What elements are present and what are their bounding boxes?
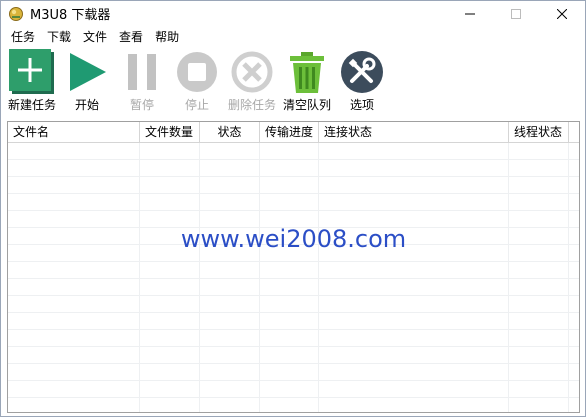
menu-bar: 任务 下载 文件 查看 帮助 — [1, 26, 585, 46]
task-list-header: 文件名 文件数量 状态 传输进度 连接状态 线程状态 — [8, 122, 579, 143]
new-task-label: 新建任务 — [7, 98, 56, 112]
column-status[interactable]: 状态 — [200, 122, 260, 142]
menu-help[interactable]: 帮助 — [149, 28, 185, 45]
column-connection-status[interactable]: 连接状态 — [319, 122, 509, 142]
pause-icon — [128, 54, 156, 90]
delete-task-label: 删除任务 — [227, 98, 276, 112]
list-item — [8, 194, 579, 211]
list-item — [8, 143, 579, 160]
task-list-body: www.wei2008.com — [8, 143, 579, 412]
title-bar[interactable]: M3U8 下载器 — [1, 1, 585, 26]
list-item — [8, 160, 579, 177]
add-task-icon — [9, 49, 54, 94]
menu-task[interactable]: 任务 — [5, 28, 41, 45]
close-button[interactable] — [539, 1, 585, 26]
stop-button[interactable]: 停止 — [171, 46, 223, 113]
list-item — [8, 177, 579, 194]
watermark-text: www.wei2008.com — [180, 225, 407, 253]
menu-file[interactable]: 文件 — [77, 28, 113, 45]
menu-download[interactable]: 下载 — [41, 28, 77, 45]
menu-view[interactable]: 查看 — [113, 28, 149, 45]
pause-button[interactable]: 暂停 — [116, 46, 168, 113]
stop-icon — [177, 52, 217, 92]
minimize-icon — [465, 13, 475, 14]
maximize-button[interactable] — [493, 1, 539, 26]
clear-queue-label: 清空队列 — [282, 98, 331, 112]
task-list[interactable]: 文件名 文件数量 状态 传输进度 连接状态 线程状态 www.wei2008.c… — [7, 121, 580, 413]
toolbar: 新建任务 开始 暂停 停止 删除任务 清空队列 选项 — [1, 46, 585, 114]
options-label: 选项 — [349, 98, 374, 112]
column-filename[interactable]: 文件名 — [8, 122, 140, 142]
options-button[interactable]: 选项 — [336, 46, 388, 113]
clear-queue-button[interactable]: 清空队列 — [281, 46, 333, 113]
column-progress[interactable]: 传输进度 — [260, 122, 319, 142]
column-thread-status[interactable]: 线程状态 — [509, 122, 569, 142]
delete-task-button[interactable]: 删除任务 — [226, 46, 278, 113]
list-item — [8, 262, 579, 279]
pause-label: 暂停 — [129, 98, 154, 112]
list-item — [8, 313, 579, 330]
app-window: M3U8 下载器 任务 下载 文件 查看 帮助 新建任务 开始 暂停 停止 删除… — [0, 0, 586, 417]
start-button[interactable]: 开始 — [61, 46, 113, 113]
maximize-icon — [511, 8, 521, 19]
delete-icon — [231, 51, 273, 93]
window-title: M3U8 下载器 — [30, 8, 111, 23]
tools-icon — [341, 51, 383, 93]
list-item — [8, 330, 579, 347]
stop-label: 停止 — [184, 98, 209, 112]
list-item — [8, 381, 579, 398]
new-task-button[interactable]: 新建任务 — [6, 46, 58, 113]
list-item — [8, 347, 579, 364]
close-icon — [557, 8, 567, 19]
play-icon — [70, 53, 106, 91]
start-label: 开始 — [74, 98, 99, 112]
app-icon — [9, 6, 23, 21]
list-item — [8, 279, 579, 296]
trash-icon — [290, 52, 324, 93]
minimize-button[interactable] — [447, 1, 493, 26]
list-item — [8, 364, 579, 381]
column-file-count[interactable]: 文件数量 — [140, 122, 200, 142]
list-item — [8, 296, 579, 313]
